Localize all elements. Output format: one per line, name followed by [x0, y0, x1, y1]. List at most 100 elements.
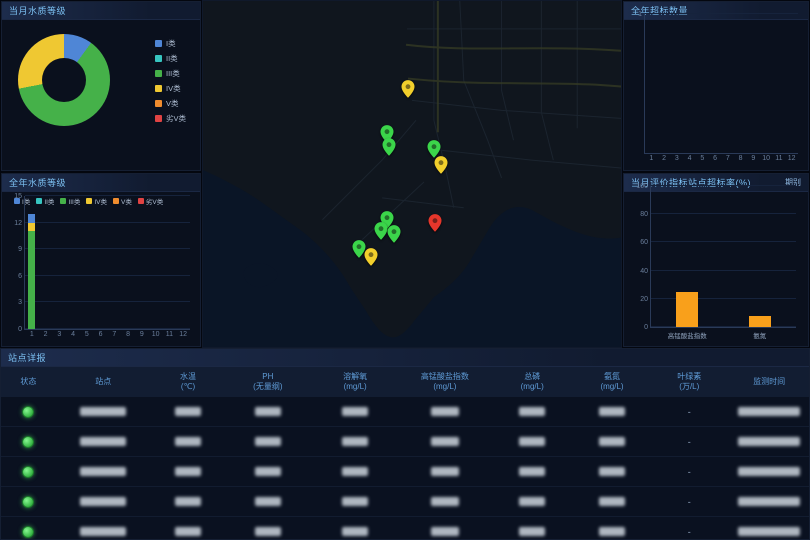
x-axis-label: 3	[675, 155, 679, 162]
donut-legend-item: 劣V类	[155, 113, 186, 124]
panel-year-exceed: 全年超标数量 1123456789101112	[623, 1, 809, 171]
table-cell	[56, 467, 151, 476]
table-row[interactable]: -	[1, 427, 809, 457]
y-axis-label: 60	[631, 239, 648, 246]
status-indicator-green	[22, 436, 34, 448]
table-cell	[400, 437, 490, 446]
rate-bar	[749, 316, 771, 327]
redacted-value	[175, 407, 201, 416]
gridline	[25, 222, 190, 223]
x-axis-label: 5	[85, 331, 89, 338]
y-axis-label: 1	[625, 11, 642, 18]
table-cell	[225, 527, 310, 536]
bar-segment-I类	[28, 214, 35, 223]
status-indicator-green	[22, 526, 34, 538]
status-cell	[1, 526, 56, 538]
redacted-value	[175, 437, 201, 446]
table-cell	[729, 497, 809, 506]
panel-title: 全年水质等级	[9, 176, 66, 189]
redacted-value	[80, 437, 126, 446]
map-basemap	[203, 1, 621, 347]
table-cell: -	[649, 527, 729, 537]
gridline	[25, 248, 190, 249]
gridline	[25, 195, 190, 196]
redacted-value	[519, 437, 545, 446]
y-axis-label: 3	[5, 299, 22, 306]
redacted-value	[519, 497, 545, 506]
table-cell	[729, 467, 809, 476]
table-cell	[225, 497, 310, 506]
table-cell	[575, 467, 650, 476]
y-axis-label: 80	[631, 211, 648, 218]
map-pin-yellow[interactable]	[365, 248, 378, 266]
redacted-value	[738, 437, 800, 446]
redacted-value	[175, 497, 201, 506]
table-cell	[400, 527, 490, 536]
column-header: 溶解氧(mg/L)	[310, 372, 400, 392]
map-pin-green[interactable]	[388, 225, 401, 243]
redacted-value	[431, 407, 459, 416]
status-indicator-green	[22, 466, 34, 478]
redacted-value	[255, 527, 281, 536]
column-header: 监测时间	[729, 377, 809, 387]
panel-title: 当月水质等级	[9, 4, 66, 17]
column-header: 氨氮(mg/L)	[575, 372, 650, 392]
redacted-value	[599, 437, 625, 446]
header-line2: (℃)	[151, 382, 226, 392]
x-axis-label: 3	[57, 331, 61, 338]
bar-segment-III类	[28, 231, 35, 329]
x-axis-label: 11	[775, 155, 782, 162]
table-cell	[56, 527, 151, 536]
x-axis-label: 5	[700, 155, 704, 162]
legend-label: I类	[166, 38, 176, 49]
status-cell	[1, 466, 56, 478]
table-cell	[490, 407, 575, 416]
map-pin-red[interactable]	[429, 214, 442, 232]
table-row[interactable]: -	[1, 397, 809, 427]
table-row[interactable]: -	[1, 517, 809, 540]
table-cell	[729, 407, 809, 416]
y-axis-label: 12	[5, 220, 22, 227]
redacted-value	[738, 467, 800, 476]
gridline	[651, 298, 796, 299]
header-line1: 氨氮	[575, 372, 650, 382]
map-pin-green[interactable]	[375, 222, 388, 240]
panel-month-exceed-rate: 当月评价指标站点超标率(%) 期别 020406080100高锰酸盐指数氨氮	[623, 173, 809, 347]
panel-header: 站点详报	[1, 349, 809, 367]
redacted-value	[599, 497, 625, 506]
header-line1: PH	[225, 372, 310, 382]
redacted-value	[80, 407, 126, 416]
x-category-label: 高锰酸盐指数	[668, 330, 707, 340]
map[interactable]	[202, 0, 622, 348]
redacted-value	[431, 467, 459, 476]
table-cell	[56, 437, 151, 446]
table-row[interactable]: -	[1, 457, 809, 487]
gridline	[651, 270, 796, 271]
column-header: 状态	[1, 377, 56, 387]
redacted-value	[80, 527, 126, 536]
table-cell	[400, 407, 490, 416]
table-cell	[575, 497, 650, 506]
map-pin-yellow[interactable]	[435, 156, 448, 174]
table-row[interactable]: -	[1, 487, 809, 517]
redacted-value	[431, 497, 459, 506]
panel-header: 全年水质等级	[2, 174, 200, 192]
redacted-value	[342, 467, 368, 476]
legend-swatch	[155, 70, 162, 77]
legend-swatch	[155, 55, 162, 62]
x-axis-label: 1	[649, 155, 653, 162]
x-axis-label: 7	[112, 331, 116, 338]
legend-swatch	[155, 100, 162, 107]
table-cell	[310, 497, 400, 506]
table-cell	[490, 467, 575, 476]
table-cell	[729, 527, 809, 536]
y-axis-label: 0	[631, 324, 648, 331]
redacted-value	[738, 497, 800, 506]
table-cell	[729, 437, 809, 446]
rate-bar	[676, 292, 698, 327]
y-axis-label: 6	[5, 273, 22, 280]
map-pin-green[interactable]	[383, 138, 396, 156]
x-axis-label: 9	[140, 331, 144, 338]
map-pin-yellow[interactable]	[402, 80, 415, 98]
redacted-value	[255, 407, 281, 416]
